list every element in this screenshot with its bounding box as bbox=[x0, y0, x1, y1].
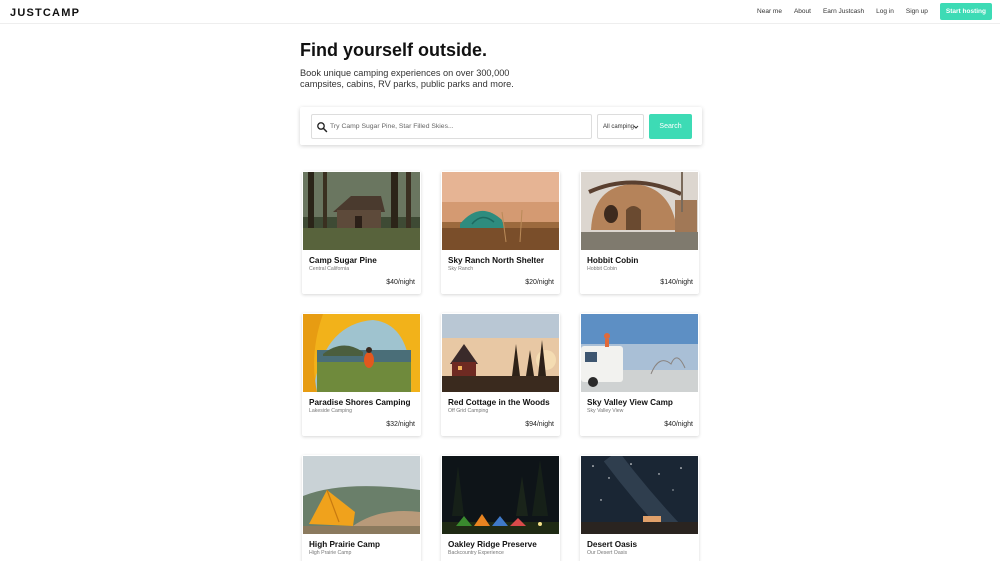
listing-price: $40/night bbox=[664, 421, 693, 428]
nav-earn-justcash[interactable]: Earn Justcash bbox=[823, 8, 864, 15]
search-icon bbox=[317, 121, 328, 132]
nav-near-me[interactable]: Near me bbox=[757, 8, 782, 15]
listing-card[interactable]: Oakley Ridge Preserve Backcountry Experi… bbox=[441, 455, 560, 561]
listing-title: Sky Ranch North Shelter bbox=[448, 256, 544, 265]
listing-photo[interactable] bbox=[303, 456, 420, 534]
listing-card[interactable]: Red Cottage in the Woods Off Grid Campin… bbox=[441, 313, 560, 436]
nav-sign-up[interactable]: Sign up bbox=[906, 8, 928, 15]
listing-location: Sky Ranch bbox=[448, 266, 474, 272]
search-button[interactable]: Search bbox=[649, 114, 692, 139]
nav-log-in[interactable]: Log in bbox=[876, 8, 894, 15]
listing-photo[interactable] bbox=[303, 314, 420, 392]
listing-title: Paradise Shores Camping bbox=[309, 398, 411, 407]
search-panel: All camping Search bbox=[300, 107, 702, 145]
listing-location: Off Grid Camping bbox=[448, 408, 489, 414]
listing-price: $94/night bbox=[525, 421, 554, 428]
listing-photo[interactable] bbox=[442, 172, 559, 250]
listing-photo[interactable] bbox=[442, 314, 559, 392]
nav-links: Near me About Earn Justcash Log in Sign … bbox=[757, 3, 992, 20]
listing-photo[interactable] bbox=[581, 172, 698, 250]
listing-card[interactable]: Sky Ranch North Shelter Sky Ranch $20/ni… bbox=[441, 171, 560, 294]
nav-about[interactable]: About bbox=[794, 8, 811, 15]
logo[interactable]: JUSTCAMP bbox=[10, 7, 80, 19]
listing-photo[interactable] bbox=[442, 456, 559, 534]
top-navbar: JUSTCAMP Near me About Earn Justcash Log… bbox=[0, 0, 1000, 24]
listing-photo[interactable] bbox=[581, 456, 698, 534]
listing-title: Hobbit Cobin bbox=[587, 256, 639, 265]
listing-price: $20/night bbox=[525, 279, 554, 286]
search-field[interactable] bbox=[311, 114, 592, 139]
camping-type-selected: All camping bbox=[603, 123, 635, 130]
camping-type-select[interactable]: All camping bbox=[597, 114, 644, 139]
listing-card[interactable]: Camp Sugar Pine Central California $40/n… bbox=[302, 171, 421, 294]
listing-location: Central California bbox=[309, 266, 350, 272]
listing-price: $140/night bbox=[660, 279, 693, 286]
listing-location: Our Desert Oasis bbox=[587, 550, 628, 556]
listing-card[interactable]: Paradise Shores Camping Lakeside Camping… bbox=[302, 313, 421, 436]
listing-title: Camp Sugar Pine bbox=[309, 256, 377, 265]
page-title: Find yourself outside. bbox=[300, 40, 488, 60]
chevron-down-icon bbox=[633, 125, 639, 129]
listing-title: Sky Valley View Camp bbox=[587, 398, 673, 407]
listing-location: High Prairie Camp bbox=[309, 550, 352, 556]
listing-location: Lakeside Camping bbox=[309, 408, 352, 414]
listing-card[interactable]: High Prairie Camp High Prairie Camp bbox=[302, 455, 421, 561]
listing-price: $40/night bbox=[386, 279, 415, 286]
listing-price: $32/night bbox=[386, 421, 415, 428]
listing-title: Oakley Ridge Preserve bbox=[448, 540, 537, 549]
listing-photo[interactable] bbox=[303, 172, 420, 250]
listing-title: Red Cottage in the Woods bbox=[448, 398, 550, 407]
listing-title: Desert Oasis bbox=[587, 540, 638, 549]
listing-title: High Prairie Camp bbox=[309, 540, 380, 549]
listing-photo[interactable] bbox=[581, 314, 698, 392]
listing-card[interactable]: Desert Oasis Our Desert Oasis bbox=[580, 455, 699, 561]
listing-location: Backcountry Experience bbox=[448, 550, 504, 556]
listing-location: Sky Valley View bbox=[587, 408, 624, 414]
listing-card[interactable]: Hobbit Cobin Hobbit Cobin $140/night bbox=[580, 171, 699, 294]
listing-card[interactable]: Sky Valley View Camp Sky Valley View $40… bbox=[580, 313, 699, 436]
hero-subtitle: Book unique camping experiences on over … bbox=[300, 68, 514, 89]
listing-location: Hobbit Cobin bbox=[587, 266, 617, 272]
search-input[interactable] bbox=[330, 123, 580, 130]
start-hosting-button[interactable]: Start hosting bbox=[939, 3, 992, 20]
